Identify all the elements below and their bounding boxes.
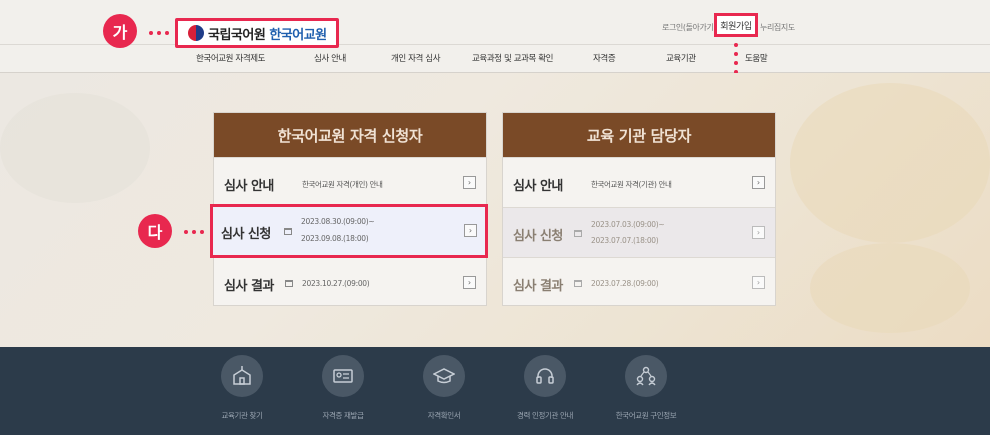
quick-link-job-info[interactable]: 한국어교원 구인정보 (596, 355, 696, 421)
row-description: 한국어교원 자격(기관) 안내 (591, 180, 672, 189)
logo-institution: 국립국어원 (208, 27, 266, 43)
gnb-item-personal-review[interactable]: 개인 자격 심사 (391, 52, 441, 64)
marker-dot (165, 31, 169, 35)
marker-dot (734, 61, 738, 65)
marker-dot (734, 52, 738, 56)
institution-row-guide[interactable]: 심사 안내 한국어교원 자격(기관) 안내 › (503, 157, 775, 207)
institution-panel-title: 교육 기관 담당자 (503, 113, 775, 157)
people-network-icon (625, 355, 667, 397)
calendar-icon (574, 280, 582, 287)
chevron-right-icon[interactable]: › (463, 276, 476, 289)
row-date-end: 2023.07.07.(18:00) (591, 236, 659, 245)
quick-link-find-institution[interactable]: 교육기관 찾기 (192, 355, 292, 421)
gnb-item-help[interactable]: 도움말 (745, 52, 768, 64)
calendar-icon (574, 230, 582, 237)
map-decoration (790, 83, 990, 243)
row-title: 심사 결과 (513, 279, 563, 294)
quick-link-label: 자격확인서 (427, 411, 461, 420)
institution-row-result[interactable]: 심사 결과 2023.07.28.(09:00) › (503, 257, 775, 307)
row-title: 심사 안내 (513, 179, 563, 194)
util-login-link[interactable]: 로그인(돌아가기) (662, 22, 717, 33)
row-title: 심사 결과 (224, 279, 274, 294)
gnb-item-curriculum-check[interactable]: 교육과정 및 교과목 확인 (472, 52, 554, 64)
applicant-row-apply[interactable]: 심사 신청 2023.08.30.(09:00)~ 2023.09.08.(18… (210, 204, 488, 258)
marker-dot (149, 31, 153, 35)
row-description: 한국어교원 자격(개인) 안내 (302, 180, 383, 189)
chevron-right-icon[interactable]: › (463, 176, 476, 189)
headset-icon (524, 355, 566, 397)
quick-link-confirmation[interactable]: 자격확인서 (394, 355, 494, 421)
id-card-icon (322, 355, 364, 397)
marker-dot (192, 230, 196, 234)
taegeuk-emblem-icon (188, 25, 204, 41)
applicant-row-result[interactable]: 심사 결과 2023.10.27.(09:00) › (214, 257, 486, 307)
quick-link-label: 교육기관 찾기 (221, 411, 263, 420)
marker-da: 다 (138, 214, 172, 248)
calendar-icon (284, 228, 292, 235)
util-sitemap-link[interactable]: 누리집지도 (760, 22, 795, 33)
marker-dot (157, 31, 161, 35)
gnb-item-review-guide[interactable]: 심사 안내 (314, 52, 346, 64)
applicant-row-guide[interactable]: 심사 안내 한국어교원 자격(개인) 안내 › (214, 157, 486, 207)
row-date: 2023.10.27.(09:00) (302, 279, 370, 288)
row-title: 심사 안내 (224, 179, 274, 194)
marker-dot (200, 230, 204, 234)
quick-link-reissue-certificate[interactable]: 자격증 재발급 (293, 355, 393, 421)
gnb-item-institution[interactable]: 교육기관 (666, 52, 696, 64)
applicant-panel-title: 한국어교원 자격 신청자 (214, 113, 486, 157)
gnb-item-certificate[interactable]: 자격증 (593, 52, 616, 64)
quick-link-label: 자격증 재발급 (322, 411, 364, 420)
site-logo[interactable]: 국립국어원 한국어교원 (175, 18, 339, 48)
quick-link-label: 경력 인정기관 안내 (517, 411, 573, 420)
graduation-cap-icon (423, 355, 465, 397)
marker-dot (184, 230, 188, 234)
institution-row-apply[interactable]: 심사 신청 2023.07.03.(09:00)~ 2023.07.07.(18… (503, 207, 775, 257)
calendar-icon (285, 280, 293, 287)
marker-ga: 가 (103, 14, 137, 48)
quick-link-label: 한국어교원 구인정보 (615, 411, 677, 420)
logo-subtitle: 한국어교원 (269, 27, 327, 43)
school-icon (221, 355, 263, 397)
gnb-item-qualification[interactable]: 한국어교원 자격제도 (196, 52, 265, 64)
row-title: 심사 신청 (221, 227, 271, 242)
main-background (0, 73, 990, 347)
util-join-link[interactable]: 회원가입 (714, 13, 758, 37)
header-divider (0, 44, 990, 45)
row-date-start: 2023.08.30.(09:00)~ (301, 217, 375, 226)
quick-link-career-institution[interactable]: 경력 인정기관 안내 (495, 355, 595, 421)
marker-dot (734, 43, 738, 47)
chevron-right-icon[interactable]: › (464, 224, 477, 237)
institution-panel: 교육 기관 담당자 심사 안내 한국어교원 자격(기관) 안내 › 심사 신청 … (502, 112, 776, 306)
row-date-end: 2023.09.08.(18:00) (301, 234, 369, 243)
chevron-right-icon[interactable]: › (752, 226, 765, 239)
map-decoration (0, 93, 150, 203)
chevron-right-icon[interactable]: › (752, 276, 765, 289)
row-date-start: 2023.07.03.(09:00)~ (591, 220, 665, 229)
row-date: 2023.07.28.(09:00) (591, 279, 659, 288)
map-decoration (810, 243, 970, 333)
chevron-right-icon[interactable]: › (752, 176, 765, 189)
row-title: 심사 신청 (513, 229, 563, 244)
